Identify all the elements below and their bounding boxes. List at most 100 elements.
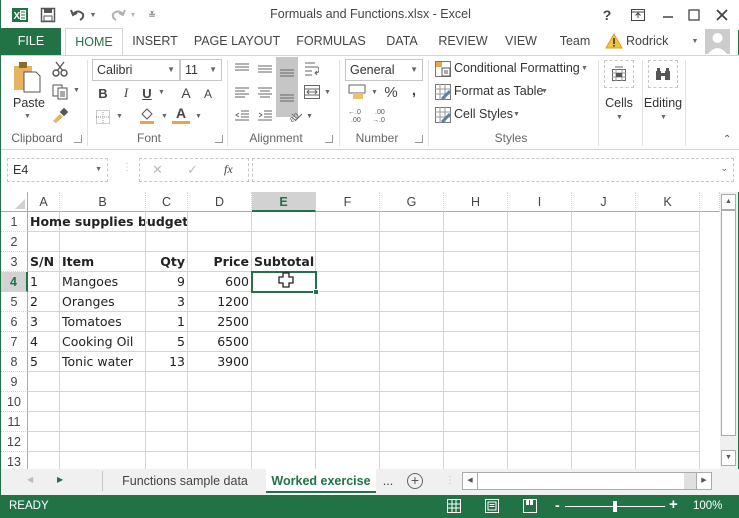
vertical-scroll-thumb[interactable] [721, 210, 736, 436]
paste-icon[interactable] [11, 60, 43, 94]
cancel-icon[interactable]: ✕ [152, 162, 163, 178]
cell-E12[interactable] [252, 432, 316, 452]
row-header-11[interactable]: 11 [1, 412, 28, 432]
cell-I8[interactable] [508, 352, 572, 372]
column-header-B[interactable]: B [60, 192, 146, 212]
cell-I1[interactable] [508, 212, 572, 232]
add-sheet-button[interactable]: + [407, 473, 423, 489]
cell-A3[interactable]: S/N [28, 252, 60, 272]
cell-J5[interactable] [572, 292, 636, 312]
scroll-up-icon[interactable]: ▲ [721, 194, 736, 210]
cell-J2[interactable] [572, 232, 636, 252]
cell-F12[interactable] [316, 432, 380, 452]
copy-dropdown-icon[interactable]: ▼ [73, 87, 80, 94]
scroll-sheets-right-icon[interactable]: ▶ [57, 475, 63, 484]
cell-J6[interactable] [572, 312, 636, 332]
cell-D12[interactable] [188, 432, 252, 452]
cell-A7[interactable]: 4 [28, 332, 60, 352]
column-header-K[interactable]: K [636, 192, 700, 212]
cell-H6[interactable] [444, 312, 508, 332]
tab-data[interactable]: DATA [379, 28, 425, 55]
cell-A5[interactable]: 2 [28, 292, 60, 312]
cell-F11[interactable] [316, 412, 380, 432]
cell-J11[interactable] [572, 412, 636, 432]
name-box[interactable]: E4 ▼ [7, 158, 108, 182]
row-header-7[interactable]: 7 [1, 332, 28, 352]
sheet-tab-functions-sample-data[interactable]: Functions sample data [105, 469, 265, 493]
cell-F4[interactable] [316, 272, 380, 292]
editing-button[interactable]: Editing [643, 96, 683, 110]
decrease-decimal-button[interactable]: .00 →.0 [371, 106, 391, 124]
cell-G9[interactable] [380, 372, 444, 392]
row-header-12[interactable]: 12 [1, 432, 28, 452]
row-header-8[interactable]: 8 [1, 352, 28, 372]
cell-C6[interactable]: 1 [146, 312, 188, 332]
cell-A2[interactable] [28, 232, 60, 252]
cell-D3[interactable]: Price [188, 252, 252, 272]
decrease-font-size-button[interactable]: A [200, 86, 216, 102]
cell-B2[interactable] [60, 232, 146, 252]
cell-C9[interactable] [146, 372, 188, 392]
cell-E8[interactable] [252, 352, 316, 372]
cell-J13[interactable] [572, 452, 636, 469]
cell-J1[interactable] [572, 212, 636, 232]
row-header-5[interactable]: 5 [1, 292, 28, 312]
cell-K11[interactable] [636, 412, 700, 432]
cell-G11[interactable] [380, 412, 444, 432]
cell-G4[interactable] [380, 272, 444, 292]
cell-B10[interactable] [60, 392, 146, 412]
format-as-table-icon[interactable] [434, 83, 452, 101]
account-dropdown-icon[interactable]: ▼ [691, 28, 699, 55]
chevron-down-icon[interactable]: ▼ [95, 166, 102, 173]
cell-B11[interactable] [60, 412, 146, 432]
cell-A1[interactable]: Home supplies budget [28, 212, 188, 232]
cut-icon[interactable] [51, 60, 69, 78]
cell-styles-button[interactable]: Cell Styles [454, 107, 513, 121]
column-header-C[interactable]: C [146, 192, 188, 212]
editing-dropdown-icon[interactable]: ▼ [660, 114, 667, 121]
cell-H10[interactable] [444, 392, 508, 412]
cell-D9[interactable] [188, 372, 252, 392]
cell-F2[interactable] [316, 232, 380, 252]
comma-style-button[interactable]: , [407, 81, 421, 99]
wrap-text-icon[interactable] [303, 60, 321, 78]
cell-B5[interactable]: Oranges [60, 292, 146, 312]
cell-H11[interactable] [444, 412, 508, 432]
cell-E7[interactable] [252, 332, 316, 352]
cell-E3[interactable]: Subtotal [252, 252, 316, 272]
cell-F13[interactable] [316, 452, 380, 469]
help-button[interactable]: ? [594, 4, 620, 26]
row-header-3[interactable]: 3 [1, 252, 28, 272]
cell-B7[interactable]: Cooking Oil [60, 332, 146, 352]
cell-C11[interactable] [146, 412, 188, 432]
cell-E1[interactable] [252, 212, 316, 232]
page-layout-view-icon[interactable] [485, 499, 499, 516]
cell-G1[interactable] [380, 212, 444, 232]
cell-K12[interactable] [636, 432, 700, 452]
scroll-sheets-left-icon[interactable]: ◀ [27, 475, 33, 484]
cell-E11[interactable] [252, 412, 316, 432]
cell-F1[interactable] [316, 212, 380, 232]
column-header-A[interactable]: A [28, 192, 60, 212]
number-launcher-icon[interactable] [415, 135, 423, 143]
cell-F3[interactable] [316, 252, 380, 272]
cell-K10[interactable] [636, 392, 700, 412]
horizontal-scrollbar[interactable]: ◀ ▶ [462, 472, 712, 490]
cell-A12[interactable] [28, 432, 60, 452]
middle-align-icon[interactable] [256, 60, 274, 78]
cell-J9[interactable] [572, 372, 636, 392]
cell-B4[interactable]: Mangoes [60, 272, 146, 292]
format-as-table-dropdown-icon[interactable]: ▼ [541, 88, 548, 95]
accounting-format-icon[interactable] [347, 83, 367, 101]
zoom-level[interactable]: 100% [693, 500, 722, 512]
cell-B9[interactable] [60, 372, 146, 392]
cell-K7[interactable] [636, 332, 700, 352]
cell-E5[interactable] [252, 292, 316, 312]
row-header-2[interactable]: 2 [1, 232, 28, 252]
cell-B12[interactable] [60, 432, 146, 452]
cell-I11[interactable] [508, 412, 572, 432]
column-header-D[interactable]: D [188, 192, 252, 212]
cell-styles-dropdown-icon[interactable]: ▼ [513, 111, 520, 118]
cell-D1[interactable] [188, 212, 252, 232]
row-header-10[interactable]: 10 [1, 392, 28, 412]
